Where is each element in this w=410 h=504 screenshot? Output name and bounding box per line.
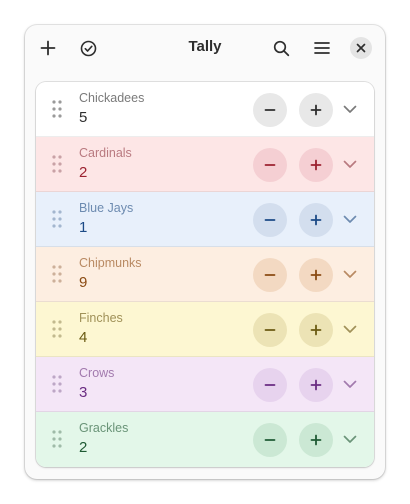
minus-icon xyxy=(264,109,276,111)
drag-handle-icon xyxy=(52,320,62,338)
drag-handle[interactable] xyxy=(52,210,62,228)
drag-handle-icon xyxy=(52,265,62,283)
counter-row: Finches 4 xyxy=(36,302,374,357)
increment-button[interactable] xyxy=(299,313,333,347)
counter-name: Crows xyxy=(79,366,115,380)
minus-icon xyxy=(264,384,276,386)
decrement-button[interactable] xyxy=(253,93,287,127)
chevron-down-icon xyxy=(343,270,357,278)
minus-icon xyxy=(264,164,276,166)
increment-button[interactable] xyxy=(299,203,333,237)
chevron-down-icon xyxy=(343,380,357,388)
expand-row-button[interactable] xyxy=(342,156,358,172)
counter-name: Chipmunks xyxy=(79,256,142,270)
header-bar: Tally xyxy=(25,25,385,71)
tally-window: Tally Chickadees 5 Cardinals 2 Blue Jays… xyxy=(25,25,385,479)
counter-row: Cardinals 2 xyxy=(36,137,374,192)
counter-value: 5 xyxy=(79,109,88,126)
counter-list: Chickadees 5 Cardinals 2 Blue Jays 1 Chi… xyxy=(36,82,374,467)
increment-button[interactable] xyxy=(299,93,333,127)
plus-icon xyxy=(310,269,322,281)
chevron-down-icon xyxy=(343,105,357,113)
counter-row: Blue Jays 1 xyxy=(36,192,374,247)
counter-row: Chipmunks 9 xyxy=(36,247,374,302)
counter-value: 3 xyxy=(79,384,88,401)
drag-handle-icon xyxy=(52,155,62,173)
drag-handle[interactable] xyxy=(52,155,62,173)
menu-icon xyxy=(314,42,330,54)
decrement-button[interactable] xyxy=(253,368,287,402)
decrement-button[interactable] xyxy=(253,423,287,457)
chevron-down-icon xyxy=(343,215,357,223)
minus-icon xyxy=(264,439,276,441)
counter-name: Finches xyxy=(79,311,123,325)
counter-value: 1 xyxy=(79,219,88,236)
decrement-button[interactable] xyxy=(253,203,287,237)
plus-icon xyxy=(310,324,322,336)
add-counter-button[interactable] xyxy=(33,33,63,63)
counter-name: Blue Jays xyxy=(79,201,134,215)
counter-value: 9 xyxy=(79,274,88,291)
chevron-down-icon xyxy=(343,160,357,168)
expand-row-button[interactable] xyxy=(342,376,358,392)
drag-handle-icon xyxy=(52,375,62,393)
counter-name: Cardinals xyxy=(79,146,132,160)
plus-icon xyxy=(310,434,322,446)
increment-button[interactable] xyxy=(299,148,333,182)
drag-handle-icon xyxy=(52,210,62,228)
minus-icon xyxy=(264,274,276,276)
increment-button[interactable] xyxy=(299,368,333,402)
drag-handle-icon xyxy=(52,100,62,118)
chevron-down-icon xyxy=(343,435,357,443)
decrement-button[interactable] xyxy=(253,148,287,182)
drag-handle[interactable] xyxy=(52,320,62,338)
drag-handle[interactable] xyxy=(52,100,62,118)
search-button[interactable] xyxy=(266,33,296,63)
check-circle-icon xyxy=(80,40,96,56)
increment-button[interactable] xyxy=(299,423,333,457)
counter-row: Grackles 2 xyxy=(36,412,374,467)
drag-handle[interactable] xyxy=(52,375,62,393)
counter-value: 4 xyxy=(79,329,88,346)
expand-row-button[interactable] xyxy=(342,321,358,337)
chevron-down-icon xyxy=(343,325,357,333)
add-icon xyxy=(40,40,56,56)
counter-row: Crows 3 xyxy=(36,357,374,412)
select-mode-button[interactable] xyxy=(73,33,103,63)
counter-name: Grackles xyxy=(79,421,129,435)
expand-row-button[interactable] xyxy=(342,431,358,447)
drag-handle-icon xyxy=(52,430,62,448)
plus-icon xyxy=(310,104,322,116)
drag-handle[interactable] xyxy=(52,430,62,448)
counter-value: 2 xyxy=(79,439,88,456)
decrement-button[interactable] xyxy=(253,313,287,347)
counter-value: 2 xyxy=(79,164,88,181)
minus-icon xyxy=(264,219,276,221)
plus-icon xyxy=(310,214,322,226)
minus-icon xyxy=(264,329,276,331)
counter-row: Chickadees 5 xyxy=(36,82,374,137)
close-button[interactable] xyxy=(350,37,372,59)
expand-row-button[interactable] xyxy=(342,266,358,282)
plus-icon xyxy=(310,379,322,391)
increment-button[interactable] xyxy=(299,258,333,292)
expand-row-button[interactable] xyxy=(342,101,358,117)
plus-icon xyxy=(310,159,322,171)
counter-name: Chickadees xyxy=(79,91,145,105)
expand-row-button[interactable] xyxy=(342,211,358,227)
search-icon xyxy=(273,40,289,56)
decrement-button[interactable] xyxy=(253,258,287,292)
main-menu-button[interactable] xyxy=(307,33,337,63)
close-icon xyxy=(356,43,366,53)
drag-handle[interactable] xyxy=(52,265,62,283)
